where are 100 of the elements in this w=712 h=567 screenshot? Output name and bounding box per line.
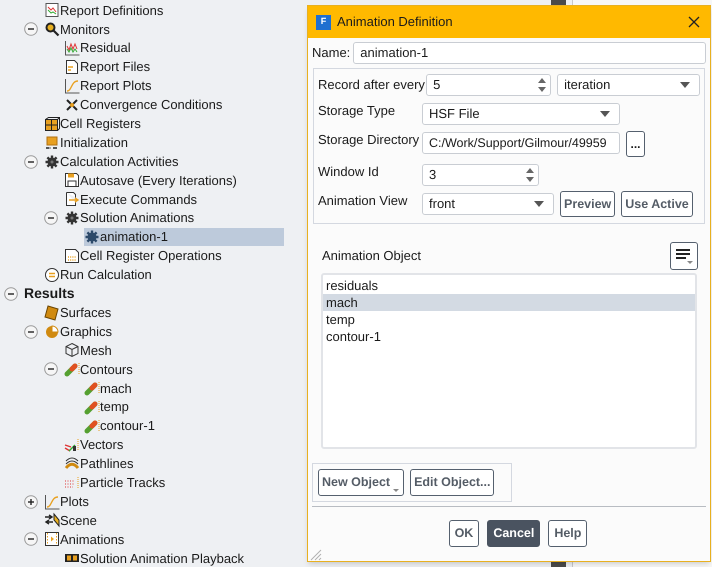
tree-item[interactable]: Report Plots [64, 77, 284, 95]
tree-item[interactable]: animation-1 [84, 228, 284, 246]
tree-item[interactable]: contour-1 [84, 417, 284, 436]
export-icon [64, 191, 80, 208]
list-box[interactable]: residuals mach temp contour-1 [321, 273, 697, 449]
arrows-icon [44, 512, 60, 528]
dropdown[interactable]: iteration [557, 74, 700, 96]
cube-icon [44, 134, 60, 151]
tree-item[interactable]: Convergence Conditions [64, 96, 284, 114]
text-field[interactable]: C:/Work/Support/Gilmour/49959 [422, 132, 620, 154]
button[interactable]: New Object [318, 469, 404, 496]
field-label: Animation View [318, 192, 408, 210]
gear-icon [44, 154, 60, 170]
document-icon [64, 59, 80, 76]
collapse-button[interactable] [4, 286, 18, 301]
button[interactable]: Cancel [487, 520, 540, 547]
tree-item[interactable]: Run Calculation [44, 266, 284, 284]
tree-item[interactable]: Particle Tracks [64, 474, 284, 492]
wave-icon [64, 456, 80, 472]
collapse-button[interactable] [24, 532, 38, 546]
list-item[interactable]: contour-1 [323, 328, 695, 345]
browse-button[interactable]: ... [626, 131, 645, 157]
pie-icon [44, 324, 60, 340]
button[interactable]: OK [448, 520, 480, 547]
diamond-icon [44, 304, 60, 321]
dropdown[interactable]: front [422, 193, 554, 215]
button[interactable]: Edit Object... [410, 469, 494, 496]
pill-icon [84, 399, 100, 416]
dropdown[interactable]: HSF File [422, 103, 620, 125]
section-label: Animation Object [322, 247, 421, 266]
expand-button[interactable] [24, 494, 38, 509]
tree-item[interactable]: Graphics [44, 322, 284, 341]
window-title: Animation Definition [337, 13, 454, 32]
tree-item[interactable]: Initialization [44, 134, 284, 152]
tree-item[interactable]: Solution Animations [64, 209, 284, 228]
tree-item[interactable]: Cell Registers [44, 114, 284, 133]
field-label: Window Id [318, 163, 380, 181]
curve-icon [64, 78, 80, 94]
table-icon [64, 248, 80, 264]
magnifier-icon [44, 21, 60, 38]
tree-item[interactable]: Cell Register Operations [64, 247, 284, 266]
tree-item[interactable]: Pathlines [64, 454, 284, 473]
equals-circle-icon [44, 266, 60, 283]
vector-icon [64, 436, 80, 453]
floppy-icon [64, 172, 80, 188]
tree-item[interactable]: Execute Commands [64, 190, 284, 208]
field-label: Record after every [318, 76, 426, 94]
tree-item[interactable]: Animations [44, 530, 284, 548]
collapse-button[interactable] [24, 154, 38, 169]
close-button[interactable] [686, 14, 702, 30]
collapse-button[interactable] [44, 362, 58, 376]
tree-item[interactable]: Plots [44, 492, 284, 511]
chart-icon [44, 2, 60, 18]
tree-item[interactable]: Monitors [44, 20, 284, 38]
caret-icon [679, 81, 691, 89]
app-logo: F [316, 14, 331, 30]
tree-item[interactable]: Mesh [64, 341, 284, 360]
tree-item[interactable]: Residual [64, 39, 284, 58]
spinner-field[interactable]: 5 [426, 74, 552, 96]
tree-item[interactable]: mach [84, 379, 284, 398]
gear-icon [84, 229, 100, 246]
collapse-button[interactable] [44, 211, 58, 226]
tree-item[interactable]: Results [24, 284, 284, 303]
menu-button[interactable] [670, 242, 698, 270]
tree-item[interactable]: Report Definitions [44, 1, 284, 20]
tree-item[interactable]: Scene [44, 511, 284, 530]
tree-item[interactable]: temp [84, 398, 284, 416]
spinner-field[interactable]: 3 [422, 164, 539, 186]
collapse-button[interactable] [24, 22, 38, 36]
tree-item[interactable]: Solution Animation Playback [64, 549, 284, 567]
tree-item[interactable]: Vectors [64, 436, 284, 454]
name-field[interactable]: animation-1 [353, 42, 706, 64]
tree-item[interactable]: Calculation Activities [44, 152, 284, 171]
dotted-lines-icon [64, 474, 80, 491]
button[interactable]: Use Active [621, 191, 693, 217]
cross-icon [64, 96, 80, 113]
tree-item[interactable]: Surfaces [44, 304, 284, 322]
pill-icon [64, 361, 80, 378]
pill-icon [84, 418, 100, 434]
line-chart-icon [64, 40, 80, 56]
curve-icon [44, 494, 60, 510]
list-item[interactable]: temp [323, 311, 695, 328]
wire-cube-icon [64, 342, 80, 358]
film-frame-icon [44, 531, 60, 548]
caret-icon [599, 110, 611, 118]
gear-icon [64, 210, 80, 226]
cube-grid-icon [44, 116, 60, 132]
collapse-button[interactable] [24, 324, 38, 339]
tree-item[interactable]: Autosave (Every Iterations) [64, 171, 284, 190]
field-label: Name: [312, 44, 350, 62]
field-label: Storage Directory [318, 131, 420, 149]
list-item[interactable]: mach [323, 294, 695, 311]
button[interactable]: Help [548, 520, 588, 547]
resize-grip-icon[interactable] [308, 547, 322, 561]
button[interactable]: Preview [560, 191, 616, 217]
tree-item[interactable]: Report Files [64, 58, 284, 76]
list-item[interactable]: residuals [323, 277, 695, 294]
pill-icon [84, 380, 100, 396]
field-label: Storage Type [318, 102, 396, 120]
tree-item[interactable]: Contours [64, 360, 284, 378]
